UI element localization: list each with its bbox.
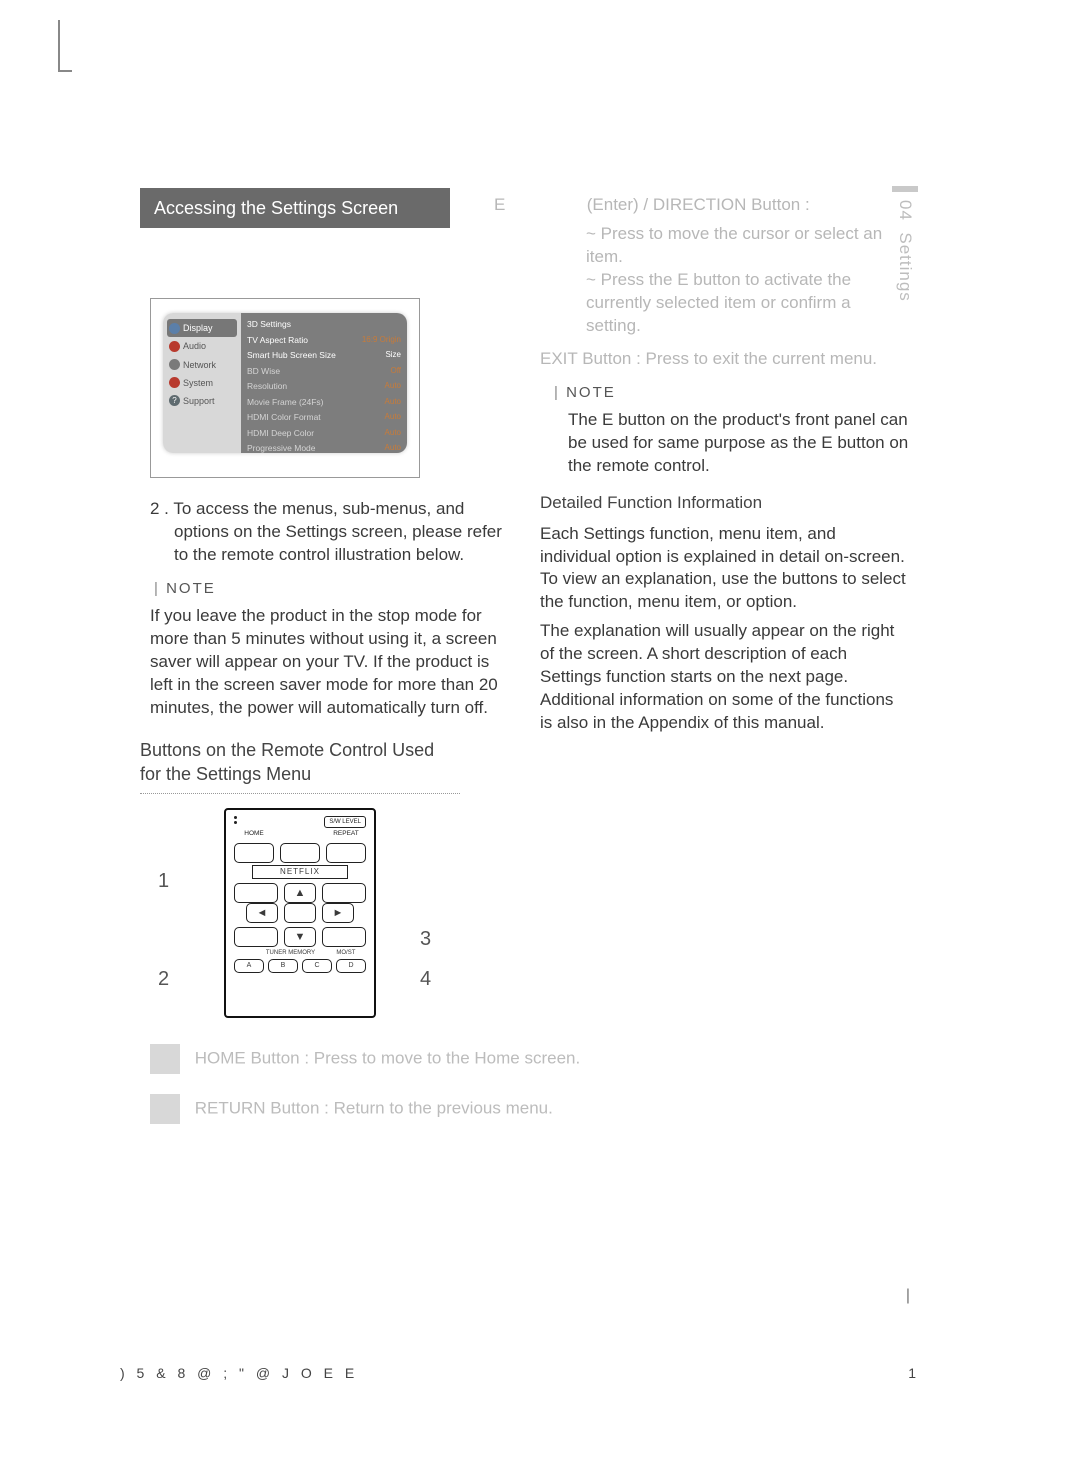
remote-illustration: 1 2 3 4 S/W LEVEL HOME REPEAT NETFLIX ▲ …: [140, 808, 480, 1048]
enter-line-1: ~ Press to move the cursor or select an …: [586, 223, 910, 269]
moist-label: MO/ST: [336, 949, 355, 957]
left-column: Accessing the Settings Screen Display Au…: [140, 188, 510, 1048]
footer-left: ) 5 & 8 @ ; " @ J O E E: [120, 1364, 358, 1383]
left-arrow-icon: ◄: [246, 903, 278, 923]
dfi-para-1: Each Settings function, menu item, and i…: [540, 523, 910, 615]
btn-b: B: [268, 959, 298, 973]
down-arrow-icon: ▼: [284, 927, 316, 947]
page-binding-mark: [58, 20, 72, 72]
btn-c: C: [302, 959, 332, 973]
callout-1: 1: [158, 868, 169, 895]
callout-2: 2: [158, 966, 169, 993]
return-button-explain: RETURN Button : Return to the previous m…: [150, 1094, 870, 1124]
enter-line-2: ~ Press the E button to activate the cur…: [586, 269, 910, 338]
btn-a: A: [234, 959, 264, 973]
nav-system: System: [167, 374, 237, 392]
home-button-explain: HOME Button : Press to move to the Home …: [150, 1044, 870, 1074]
section-title: Accessing the Settings Screen: [140, 188, 450, 228]
dfi-heading: Detailed Function Information: [540, 492, 910, 515]
footer: ) 5 & 8 @ ; " @ J O E E 1: [120, 1364, 920, 1383]
note-body-left: If you leave the product in the stop mod…: [150, 605, 510, 720]
up-arrow-icon: ▲: [284, 883, 316, 903]
callout-box-icon: [150, 1094, 180, 1124]
settings-list: 3D Settings TV Aspect Ratio16:9 Origin S…: [241, 313, 407, 453]
sw-level-label: S/W LEVEL: [324, 816, 366, 828]
note-body-right: The E button on the product's front pane…: [568, 409, 910, 478]
repeat-label: REPEAT: [326, 830, 366, 839]
dfi-para-2: The explanation will usually appear on t…: [540, 620, 910, 735]
netflix-button: NETFLIX: [252, 865, 348, 880]
nav-display: Display: [167, 319, 237, 337]
step-2-text: 2 . To access the menus, sub-menus, and …: [150, 498, 510, 567]
enter-button-block: E (Enter) / DIRECTION Button :: [540, 194, 910, 217]
settings-nav: Display Audio Network System ?Support: [163, 313, 241, 453]
btn-d: D: [336, 959, 366, 973]
exit-button-block: EXIT Button : Press to exit the current …: [586, 348, 910, 371]
callout-3: 3: [420, 926, 431, 953]
callout-4: 4: [420, 966, 431, 993]
remote-sub-heading: Buttons on the Remote Control Used for t…: [140, 738, 460, 794]
note-label-right: NOTE: [554, 383, 910, 403]
note-label-left: NOTE: [154, 579, 510, 599]
tuner-label: TUNER MEMORY: [266, 949, 315, 957]
settings-screen-illustration: Display Audio Network System ?Support 3D…: [150, 298, 420, 478]
right-column: E (Enter) / DIRECTION Button : ~ Press t…: [540, 188, 910, 741]
callout-box-icon: [150, 1044, 180, 1074]
right-arrow-icon: ►: [322, 903, 354, 923]
home-label: HOME: [234, 830, 274, 839]
nav-support: ?Support: [167, 392, 237, 410]
footer-right: 1: [908, 1364, 920, 1383]
nav-network: Network: [167, 356, 237, 374]
footer-mark: |: [906, 1285, 910, 1307]
nav-audio: Audio: [167, 337, 237, 355]
